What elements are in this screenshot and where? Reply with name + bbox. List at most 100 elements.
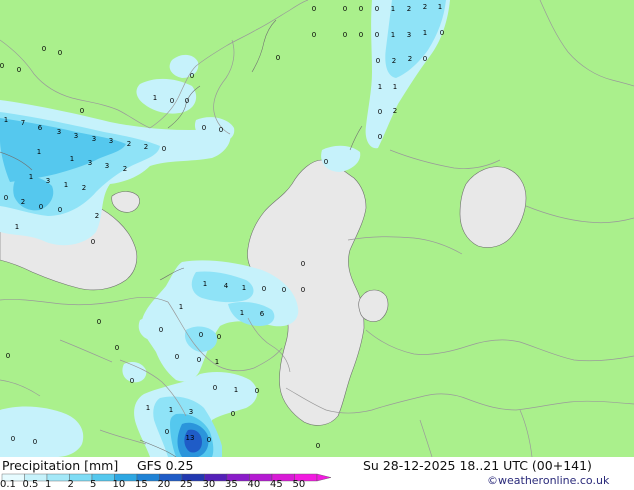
precip-value-label: 1 <box>15 223 19 231</box>
precip-value-label: 2 <box>95 212 99 220</box>
precip-value-label: 1 <box>240 309 244 317</box>
scale-tick-label: 0.5 <box>22 479 39 490</box>
precip-value-label: 3 <box>92 135 96 143</box>
precip-value-label: 0 <box>375 31 379 39</box>
precip-value-label: 0 <box>262 285 266 293</box>
precip-value-label: 0 <box>375 5 379 13</box>
precip-value-label: 3 <box>57 128 61 136</box>
precip-value-label: 0 <box>91 238 95 246</box>
scale-tick-label: 5 <box>90 479 97 490</box>
precip-value-label: 1 <box>146 404 150 412</box>
precip-value-label: 0 <box>423 55 427 63</box>
scale-tick-label: 25 <box>180 479 193 490</box>
precip-value-label: 1 <box>4 116 8 124</box>
scale-tick-label: 45 <box>270 479 283 490</box>
precip-value-label: 0 <box>33 438 37 446</box>
precip-value-label: 3 <box>88 159 92 167</box>
scale-arrow-tip <box>316 473 332 482</box>
precipitation-map: 0000122100001310000000022010011002176333… <box>0 0 634 457</box>
precip-value-label: 2 <box>407 5 411 13</box>
precip-value-label: 0 <box>378 133 382 141</box>
precip-value-label: 0 <box>378 108 382 116</box>
precip-value-label: 0 <box>185 97 189 105</box>
precip-value-label: 0 <box>282 286 286 294</box>
precip-value-label: 2 <box>392 57 396 65</box>
precip-value-label: 1 <box>29 173 33 181</box>
precip-value-label: 0 <box>97 318 101 326</box>
precip-value-label: 0 <box>42 45 46 53</box>
precip-value-label: 1 <box>179 303 183 311</box>
precip-value-label: 6 <box>260 310 265 318</box>
scale-tick-label: 2 <box>67 479 74 490</box>
precip-value-label: 0 <box>217 333 221 341</box>
precip-value-label: 2 <box>393 107 397 115</box>
precip-value-label: 0 <box>312 5 316 13</box>
precip-value-label: 0 <box>359 31 363 39</box>
precip-value-label: 0 <box>219 126 223 134</box>
precip-value-label: 2 <box>123 165 127 173</box>
precip-value-label: 0 <box>359 5 363 13</box>
precip-value-label: 0 <box>312 31 316 39</box>
precip-value-label: 0 <box>4 194 8 202</box>
precip-value-label: 0 <box>199 331 203 339</box>
precip-value-label: 0 <box>324 158 328 166</box>
scale-tick-label: 40 <box>247 479 261 490</box>
precip-value-label: 6 <box>38 124 43 132</box>
precip-value-label: 3 <box>46 177 50 185</box>
precip-value-label: 1 <box>203 280 207 288</box>
precip-value-label: 3 <box>189 408 193 416</box>
precip-value-label: 1 <box>393 83 397 91</box>
precip-value-label: 0 <box>316 442 320 450</box>
precip-value-label: 0 <box>231 410 235 418</box>
precip-value-label: 0 <box>376 57 380 65</box>
precip-value-label: 1 <box>378 83 382 91</box>
precip-value-label: 1 <box>391 31 395 39</box>
kara-bogaz-gol <box>358 289 389 322</box>
map-canvas: 0 0 0 0 1 2 2 10 0 0 0 1 3 1 00 000 000 2 2 01 0 01 10 0 21 76 3 3 3… <box>0 0 634 457</box>
precip-value-label: 0 <box>190 72 194 80</box>
precip-value-label: 13 <box>186 434 195 442</box>
scale-tick-label: 15 <box>135 479 148 490</box>
precip-value-label: 0 <box>207 436 211 444</box>
precip-value-label: 0 <box>0 62 4 70</box>
precip-value-label: 0 <box>197 356 201 364</box>
precip-value-label: 0 <box>301 286 305 294</box>
scale-tick-label: 30 <box>202 479 216 490</box>
precip-value-label: 0 <box>11 435 15 443</box>
precip-value-label: 0 <box>6 352 10 360</box>
precip-value-label: 4 <box>224 282 229 290</box>
scale-tick-label: 10 <box>112 479 126 490</box>
precip-value-label: 3 <box>407 31 411 39</box>
precip-value-label: 0 <box>175 353 179 361</box>
precip-value-label: 0 <box>58 49 62 57</box>
precip-value-label: 0 <box>162 145 166 153</box>
scale-tick-label: 0.1 <box>0 479 16 490</box>
scale-tick-label: 35 <box>225 479 238 490</box>
precip-value-label: 0 <box>202 124 206 132</box>
precip-value-label: 0 <box>80 107 84 115</box>
precip-value-label: 0 <box>130 377 134 385</box>
precip-value-label: 0 <box>159 326 163 334</box>
precip-value-label: 2 <box>21 198 25 206</box>
precip-value-label: 0 <box>170 97 174 105</box>
scale-tick-label: 20 <box>157 479 171 490</box>
precip-value-label: 1 <box>234 386 238 394</box>
precip-value-label: 2 <box>408 55 412 63</box>
precip-value-label: 1 <box>37 148 41 156</box>
precip-value-label: 1 <box>423 29 427 37</box>
precip-value-label: 0 <box>39 203 43 211</box>
model-name: GFS 0.25 <box>137 458 194 473</box>
precip-value-label: 2 <box>127 140 131 148</box>
precip-value-label: 3 <box>74 132 78 140</box>
valid-time: Su 28-12-2025 18..21 UTC (00+141) <box>363 458 592 473</box>
precip-value-label: 0 <box>17 66 21 74</box>
precip-value-label: 1 <box>64 181 68 189</box>
precip-value-label: 0 <box>343 5 347 13</box>
precip-value-label: 1 <box>438 3 442 11</box>
precip-value-label: 0 <box>115 344 119 352</box>
precip-value-label: 1 <box>169 406 173 414</box>
map-title: Precipitation [mm] <box>2 458 119 473</box>
scale-tick-label: 1 <box>45 479 52 490</box>
precip-value-label: 0 <box>165 428 169 436</box>
precip-value-label: 0 <box>440 29 444 37</box>
